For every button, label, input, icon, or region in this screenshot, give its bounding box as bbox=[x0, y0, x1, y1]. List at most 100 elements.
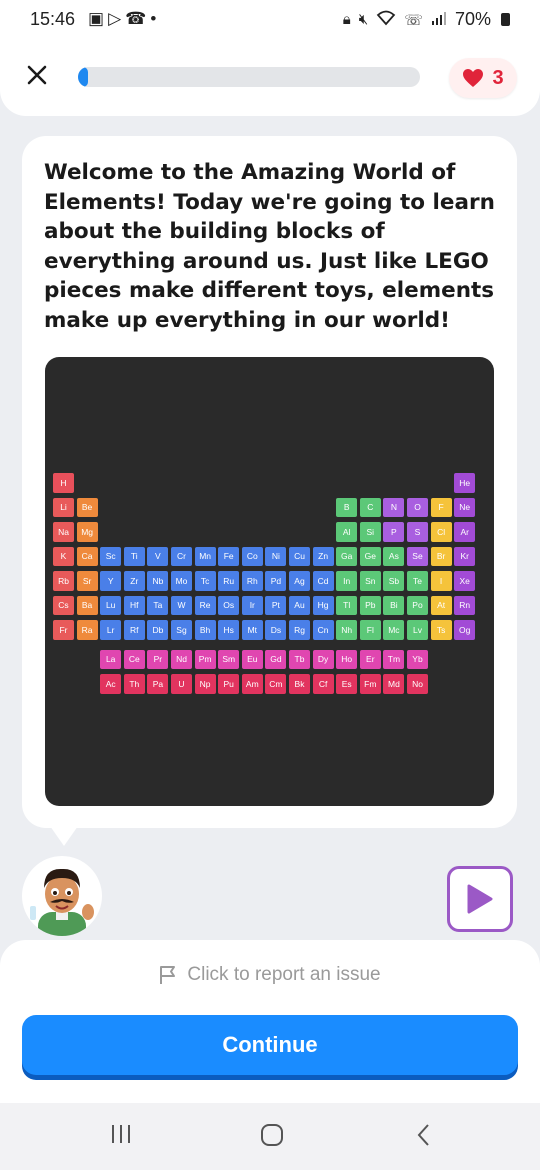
element-rb: Rb bbox=[53, 571, 74, 591]
play-audio-button[interactable] bbox=[447, 866, 513, 932]
element-np: Np bbox=[194, 674, 216, 694]
element-ni: Ni bbox=[265, 546, 287, 567]
element-zn: Zn bbox=[312, 546, 334, 567]
element-lu: Lu bbox=[100, 595, 122, 616]
element-ra: Ra bbox=[76, 620, 98, 640]
element-kr: Kr bbox=[454, 546, 476, 567]
element-ba: Ba bbox=[76, 595, 98, 616]
periodic-table: H He Li Be B C N O F Ne Na Mg Al Si P S Cl Ar K Ca Sc Ti V Cr Mn… bbox=[45, 357, 494, 806]
element-la: La bbox=[100, 649, 122, 670]
element-ce: Ce bbox=[123, 649, 145, 670]
element-au: Au bbox=[289, 595, 310, 616]
status-bar: 15:46 ▣▷☎• 🔒︎ 🔇︎ ☏ 70% bbox=[0, 0, 540, 40]
element-cu: Cu bbox=[289, 546, 310, 567]
element-rg: Rg bbox=[289, 620, 310, 640]
periodic-table-image: H He Li Be B C N O F Ne Na Mg Al Si P S Cl Ar K Ca Sc Ti V Cr Mn… bbox=[45, 357, 494, 806]
close-icon bbox=[27, 65, 47, 85]
element-ts: Ts bbox=[430, 620, 452, 640]
element-u: U bbox=[171, 674, 192, 694]
heart-icon bbox=[463, 69, 484, 87]
wifi-icon bbox=[376, 10, 396, 30]
home-button[interactable] bbox=[259, 1123, 285, 1151]
status-time: 15:46 bbox=[30, 9, 76, 29]
element-cl: Cl bbox=[430, 522, 452, 542]
element-po: Po bbox=[407, 595, 428, 616]
mute-icon: 🔇︎ bbox=[358, 11, 369, 28]
element-w: W bbox=[171, 595, 192, 616]
element-nh: Nh bbox=[336, 620, 358, 640]
element-sn: Sn bbox=[359, 571, 381, 591]
element-md: Md bbox=[383, 674, 405, 694]
report-issue-label: Click to report an issue bbox=[187, 964, 381, 985]
element-no: No bbox=[407, 674, 428, 694]
hearts-badge[interactable]: 3 bbox=[449, 58, 517, 98]
lesson-top-bar: 3 bbox=[0, 40, 540, 116]
element-fm: Fm bbox=[359, 674, 381, 694]
element-sr: Sr bbox=[76, 571, 98, 591]
element-pb: Pb bbox=[359, 595, 381, 616]
element-mg: Mg bbox=[76, 522, 98, 542]
element-th: Th bbox=[123, 674, 145, 694]
element-ne: Ne bbox=[454, 497, 476, 518]
element-al: Al bbox=[336, 522, 358, 542]
recents-button[interactable] bbox=[108, 1123, 134, 1149]
element-re: Re bbox=[194, 595, 216, 616]
element-db: Db bbox=[147, 620, 169, 640]
element-cr: Cr bbox=[171, 546, 192, 567]
element-ar: Ar bbox=[454, 522, 476, 542]
element-lv: Lv bbox=[407, 620, 428, 640]
element-v: V bbox=[147, 546, 169, 567]
element-tm: Tm bbox=[383, 649, 405, 670]
element-na: Na bbox=[53, 522, 74, 542]
element-zr: Zr bbox=[123, 571, 145, 591]
element-ru: Ru bbox=[218, 571, 240, 591]
bubble-tail bbox=[50, 826, 78, 846]
element-be: Be bbox=[76, 497, 98, 518]
element-mo: Mo bbox=[171, 571, 192, 591]
element-hf: Hf bbox=[123, 595, 145, 616]
element-xe: Xe bbox=[454, 571, 476, 591]
continue-button[interactable]: Continue bbox=[22, 1015, 518, 1075]
lesson-progress-fill bbox=[78, 67, 89, 87]
recents-icon bbox=[112, 1125, 130, 1143]
element-sm: Sm bbox=[218, 649, 240, 670]
call-icon: ☏ bbox=[404, 11, 423, 29]
dot-icon: • bbox=[150, 9, 161, 28]
element-li: Li bbox=[53, 497, 74, 518]
element-he: He bbox=[454, 473, 476, 493]
element-hg: Hg bbox=[312, 595, 334, 616]
element-pt: Pt bbox=[265, 595, 287, 616]
element-es: Es bbox=[336, 674, 358, 694]
element-as: As bbox=[383, 546, 405, 567]
close-button[interactable] bbox=[22, 60, 52, 90]
back-icon bbox=[417, 1124, 429, 1146]
signal-icon bbox=[431, 11, 447, 29]
missed-call-icon: ☎ bbox=[125, 9, 151, 28]
element-pd: Pd bbox=[265, 571, 287, 591]
element-cm: Cm bbox=[265, 674, 287, 694]
element-c: C bbox=[359, 497, 381, 518]
element-yb: Yb bbox=[407, 649, 428, 670]
element-tl: Tl bbox=[336, 595, 358, 616]
element-eu: Eu bbox=[241, 649, 263, 670]
lock-icon: 🔒︎ bbox=[342, 11, 351, 28]
element-gd: Gd bbox=[265, 649, 287, 670]
element-pr: Pr bbox=[147, 649, 169, 670]
element-p: P bbox=[383, 522, 405, 542]
element-pu: Pu bbox=[218, 674, 240, 694]
element-sc: Sc bbox=[100, 546, 122, 567]
element-rf: Rf bbox=[123, 620, 145, 640]
element-ge: Ge bbox=[359, 546, 381, 567]
report-issue-link[interactable]: Click to report an issue bbox=[0, 964, 540, 986]
element-ho: Ho bbox=[336, 649, 358, 670]
element-lr: Lr bbox=[100, 620, 122, 640]
element-fl: Fl bbox=[359, 620, 381, 640]
element-ga: Ga bbox=[336, 546, 358, 567]
element-hs: Hs bbox=[218, 620, 240, 640]
element-bh: Bh bbox=[194, 620, 216, 640]
element-b: B bbox=[336, 497, 358, 518]
element-ds: Ds bbox=[265, 620, 287, 640]
back-button[interactable] bbox=[414, 1123, 434, 1151]
element-te: Te bbox=[407, 571, 428, 591]
element-cs: Cs bbox=[53, 595, 74, 616]
